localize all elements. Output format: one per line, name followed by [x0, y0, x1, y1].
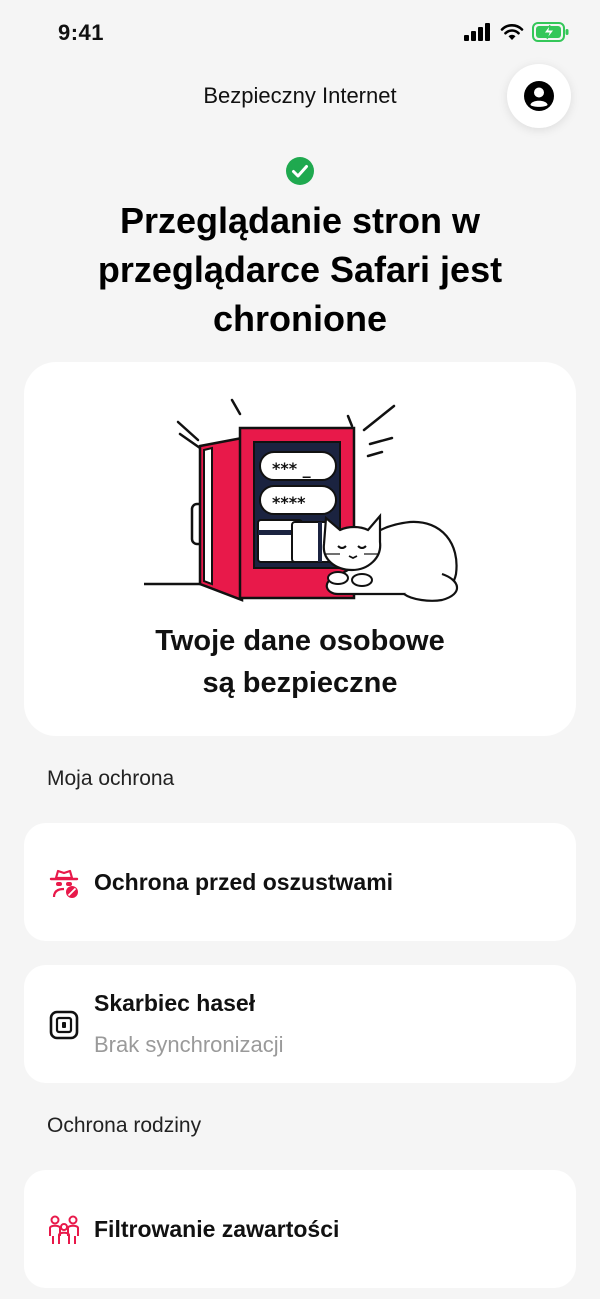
- fraud-spy-icon: [49, 869, 79, 898]
- hero-caption-line1: Twoje dane osobowe: [155, 625, 445, 657]
- item-title-password-vault: Skarbiec haseł: [94, 990, 256, 1016]
- item-subtitle-password-vault: Brak synchronizacji: [94, 1032, 284, 1057]
- open-safe-with-cat-illustration: *** _ ****: [144, 398, 459, 602]
- battery-charging-icon: [532, 22, 569, 42]
- list-item-fraud-protection[interactable]: Ochrona przed oszustwami: [24, 823, 576, 941]
- status-time: 9:41: [58, 20, 105, 45]
- hero-caption: Twoje dane osobowe są bezpieczne: [24, 620, 576, 704]
- hero-caption-line2: są bezpieczne: [202, 667, 398, 699]
- hero-card: *** _ **** Twoje dane osobowe są bezpiec…: [24, 362, 576, 736]
- password-vault-icon: [49, 1010, 79, 1040]
- user-circle-icon: [524, 81, 554, 111]
- family-filter-icon: [49, 1215, 79, 1244]
- section-title-my-protection: Moja ochrona: [47, 767, 175, 790]
- profile-button[interactable]: [507, 64, 571, 128]
- list-item-password-vault[interactable]: Skarbiec haseł Brak synchronizacji: [24, 965, 576, 1083]
- page-title: Przeglądanie stron w przeglądarce Safari…: [97, 200, 503, 339]
- status-icons: [464, 22, 570, 42]
- section-title-family-protection: Ochrona rodziny: [47, 1114, 202, 1137]
- signal-icon: [464, 23, 490, 41]
- item-title-fraud-protection: Ochrona przed oszustwami: [94, 869, 394, 895]
- check-circle-icon: [286, 157, 314, 185]
- status-bar: 9:41: [0, 0, 600, 64]
- svg-text:*** _: *** _: [272, 459, 311, 478]
- list-item-content-filtering[interactable]: Filtrowanie zawartości: [24, 1170, 576, 1288]
- wifi-icon: [500, 24, 524, 40]
- item-title-content-filtering: Filtrowanie zawartości: [94, 1216, 340, 1242]
- svg-text:****: ****: [272, 493, 306, 512]
